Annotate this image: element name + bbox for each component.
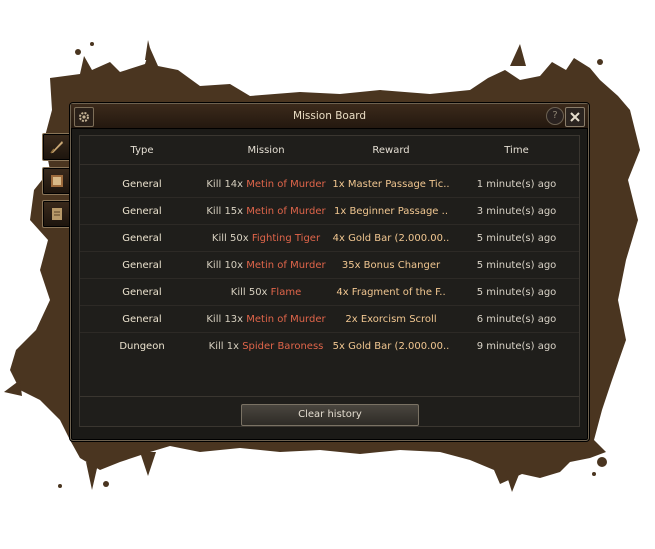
side-tab-book[interactable] [42, 167, 72, 195]
mission-prefix: Kill 10x [206, 259, 244, 271]
row-time: 3 minute(s) ago [476, 205, 557, 217]
close-button[interactable] [565, 107, 585, 127]
close-icon [570, 112, 580, 122]
row-time: 5 minute(s) ago [476, 232, 557, 244]
table-row[interactable]: General Kill 14x Metin of Murder 1x Mast… [80, 171, 579, 197]
mission-target: Spider Baroness [242, 340, 324, 352]
row-mission: Kill 50x Flame [204, 287, 328, 298]
table-row[interactable]: General Kill 50x Flame 4x Fragment of th… [80, 278, 579, 305]
side-tab-quill[interactable] [42, 133, 72, 161]
row-type: General [122, 286, 162, 298]
header-reward: Reward [372, 144, 410, 156]
table-row[interactable]: Dungeon Kill 1x Spider Baroness 5x Gold … [80, 332, 579, 359]
row-type: General [122, 232, 162, 244]
mission-prefix: Kill 50x [230, 286, 268, 298]
table-row[interactable]: General Kill 13x Metin of Murder 2x Exor… [80, 305, 579, 332]
row-reward: 5x Gold Bar (2.000.00.. [332, 340, 450, 352]
header-type: Type [130, 144, 154, 156]
row-mission: Kill 10x Metin of Murder [204, 260, 328, 271]
window-title: Mission Board [292, 110, 367, 122]
row-reward: 4x Gold Bar (2.000.00.. [332, 232, 450, 244]
row-mission: Kill 13x Metin of Murder [204, 314, 328, 325]
mission-prefix: Kill 14x [206, 178, 244, 190]
header-mission: Mission [247, 144, 285, 156]
row-time: 1 minute(s) ago [476, 178, 557, 190]
quill-icon [50, 141, 63, 154]
table-row[interactable]: General Kill 15x Metin of Murder 1x Begi… [80, 197, 579, 224]
table-row[interactable]: General Kill 50x Fighting Tiger 4x Gold … [80, 224, 579, 251]
mission-target: Fighting Tiger [251, 232, 321, 244]
mission-prefix: Kill 50x [211, 232, 249, 244]
row-mission: Kill 14x Metin of Murder [204, 179, 328, 190]
row-reward: 4x Fragment of the F.. [336, 286, 446, 298]
row-time: 9 minute(s) ago [476, 340, 557, 352]
help-button[interactable]: ? [546, 107, 564, 125]
mission-prefix: Kill 15x [206, 205, 244, 217]
mission-target: Flame [270, 286, 302, 298]
row-type: General [122, 259, 162, 271]
row-reward: 2x Exorcism Scroll [345, 313, 437, 325]
row-type: Dungeon [119, 340, 165, 352]
mission-prefix: Kill 1x [208, 340, 239, 352]
row-time: 5 minute(s) ago [476, 259, 557, 271]
row-type: General [122, 205, 162, 217]
mission-target: Metin of Murder [246, 205, 326, 217]
mission-table-panel: Type Mission Reward Time General Kill 14… [79, 135, 580, 427]
row-reward: 1x Beginner Passage .. [333, 205, 448, 217]
mission-target: Metin of Murder [246, 178, 326, 190]
mission-board-window: Mission Board ? Type Mission Reward Time… [70, 103, 589, 441]
book-icon [51, 175, 63, 187]
row-time: 6 minute(s) ago [476, 313, 557, 325]
row-time: 5 minute(s) ago [476, 286, 557, 298]
scroll-icon [52, 208, 62, 220]
table-row[interactable]: General Kill 10x Metin of Murder 35x Bon… [80, 251, 579, 278]
row-type: General [122, 178, 162, 190]
mission-target: Metin of Murder [246, 313, 326, 325]
row-mission: Kill 1x Spider Baroness [204, 341, 328, 352]
table-header: Type Mission Reward Time [80, 136, 579, 165]
mission-prefix: Kill 13x [206, 313, 244, 325]
side-tab-scroll[interactable] [42, 200, 72, 228]
divider [80, 396, 579, 397]
mission-target: Metin of Murder [246, 259, 326, 271]
clear-history-button[interactable]: Clear history [241, 404, 419, 426]
row-mission: Kill 50x Fighting Tiger [204, 233, 328, 244]
row-reward: 35x Bonus Changer [341, 259, 441, 271]
row-mission: Kill 15x Metin of Murder [204, 206, 328, 217]
row-reward: 1x Master Passage Tic.. [332, 178, 450, 190]
title-bar[interactable]: Mission Board ? [71, 104, 588, 129]
header-time: Time [504, 144, 529, 156]
row-type: General [122, 313, 162, 325]
